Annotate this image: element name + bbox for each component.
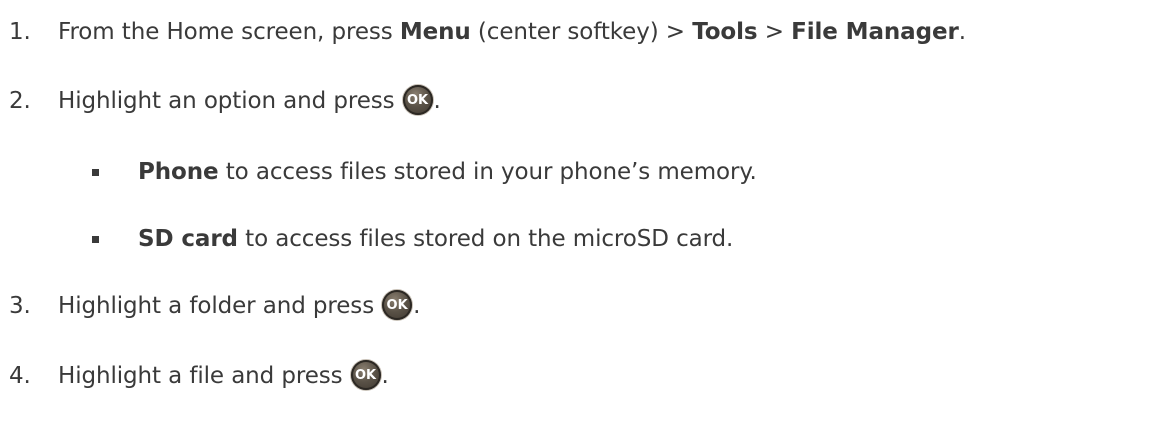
- step-text: .: [958, 19, 966, 45]
- step-text: .: [433, 88, 441, 114]
- step-text: .: [413, 293, 421, 319]
- bullet-text: to access files stored on the microSD ca…: [237, 226, 734, 252]
- bullet-sd-card: SD card to access files stored on the mi…: [0, 219, 733, 259]
- file-manager-label: File Manager: [791, 19, 959, 45]
- bullet-icon: [92, 168, 99, 176]
- bullet-bold: Phone: [138, 159, 219, 185]
- step-text: Highlight an option and press: [58, 88, 395, 114]
- step-text: Highlight a folder and press: [58, 293, 375, 319]
- step-text: Highlight a file and press: [58, 363, 343, 389]
- step-3: 3. Highlight a folder and press OK .: [0, 286, 420, 326]
- step-number: 3.: [9, 293, 31, 319]
- ok-key-icon: OK: [382, 290, 413, 320]
- step-text: (center softkey) >: [470, 19, 693, 45]
- tools-label: Tools: [692, 19, 758, 45]
- step-number: 4.: [9, 363, 31, 389]
- step-number: 1.: [9, 19, 31, 45]
- menu-label: Menu: [399, 19, 471, 45]
- ok-key-icon: OK: [350, 360, 381, 390]
- bullet-bold: SD card: [138, 226, 238, 252]
- bullet-phone: Phone to access files stored in your pho…: [0, 152, 757, 192]
- step-text: >: [757, 19, 792, 45]
- bullet-icon: [92, 235, 99, 243]
- step-number: 2.: [9, 88, 31, 114]
- step-2: 2. Highlight an option and press OK .: [0, 81, 441, 121]
- step-text: From the Home screen, press: [58, 19, 400, 45]
- step-text: .: [381, 363, 389, 389]
- document-page: 1. From the Home screen, press Menu (cen…: [0, 0, 1151, 426]
- ok-key-icon: OK: [402, 85, 433, 115]
- bullet-text: to access files stored in your phone’s m…: [218, 159, 757, 185]
- step-4: 4. Highlight a file and press OK .: [0, 356, 389, 396]
- step-1: 1. From the Home screen, press Menu (cen…: [0, 12, 966, 52]
